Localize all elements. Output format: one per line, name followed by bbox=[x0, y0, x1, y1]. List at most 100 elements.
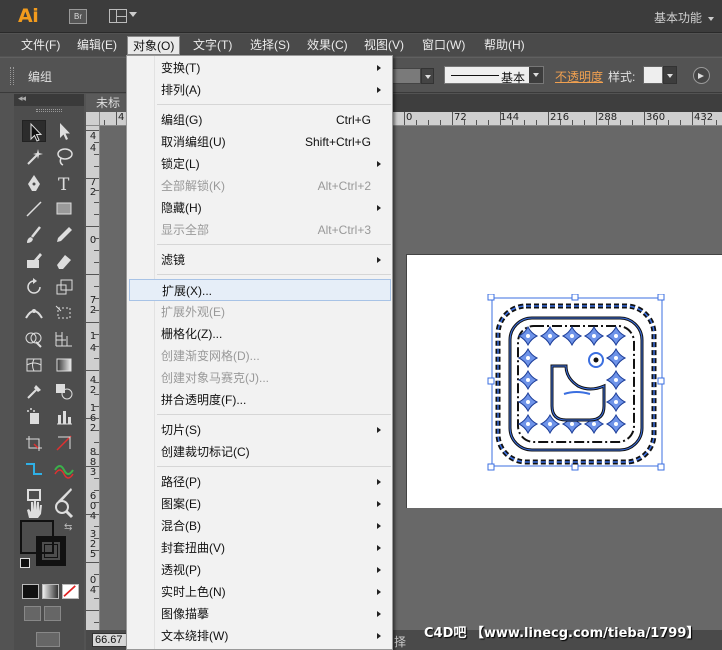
pencil-tool-icon[interactable] bbox=[52, 224, 76, 246]
hand-tool-icon[interactable] bbox=[22, 498, 46, 520]
selection-tool-icon[interactable] bbox=[22, 120, 46, 142]
arrange-documents-icon[interactable] bbox=[109, 9, 127, 23]
menu-item-20[interactable]: 混合(B) bbox=[129, 515, 391, 537]
scale-tool-icon[interactable] bbox=[52, 276, 76, 298]
ruler-tick bbox=[94, 598, 99, 599]
ruler-tick bbox=[488, 120, 489, 125]
menu-item-21[interactable]: 封套扭曲(V) bbox=[129, 537, 391, 559]
ruler-tick bbox=[94, 214, 99, 215]
artboard-tool-icon[interactable] bbox=[22, 432, 46, 454]
menu-item-12[interactable]: 栅格化(Z)... bbox=[129, 323, 391, 345]
bridge-button[interactable]: Br bbox=[69, 9, 87, 24]
perspective-grid-tool-icon[interactable] bbox=[52, 328, 76, 350]
blend-tool-icon[interactable] bbox=[52, 380, 76, 402]
paintbrush-tool-icon[interactable] bbox=[22, 224, 46, 246]
eyedropper-tool-icon[interactable] bbox=[22, 380, 46, 402]
gradient-tool-icon[interactable] bbox=[52, 354, 76, 376]
stroke-color-swatch[interactable] bbox=[391, 68, 421, 84]
gradient-mode-icon[interactable] bbox=[42, 584, 59, 599]
panel-grip[interactable] bbox=[10, 67, 14, 85]
menu-item-19[interactable]: 图案(E) bbox=[129, 493, 391, 515]
stroke-color-dropdown[interactable] bbox=[421, 68, 434, 84]
graphic-style-swatch[interactable] bbox=[643, 66, 663, 84]
menu-item-17[interactable]: 创建裁切标记(C) bbox=[129, 441, 391, 463]
free-transform-tool-icon[interactable] bbox=[52, 302, 76, 324]
zoom-tool-icon[interactable] bbox=[52, 498, 76, 520]
ruler-origin[interactable] bbox=[86, 112, 100, 126]
opacity-link[interactable]: 不透明度 bbox=[555, 68, 603, 85]
blue-path-tool-icon[interactable] bbox=[22, 458, 46, 480]
fill-stroke-control[interactable]: ⇆ bbox=[20, 520, 76, 572]
menu-item-10[interactable]: 扩展(X)... bbox=[129, 279, 391, 301]
direct-selection-tool-icon[interactable] bbox=[52, 120, 76, 142]
menu-view[interactable]: 视图(V) bbox=[359, 36, 409, 55]
pen-tool-icon[interactable] bbox=[22, 172, 46, 194]
menu-window[interactable]: 窗口(W) bbox=[417, 36, 470, 55]
stroke-swatch[interactable] bbox=[36, 536, 66, 566]
menu-item-16[interactable]: 切片(S) bbox=[129, 419, 391, 441]
menu-edit[interactable]: 编辑(E) bbox=[72, 36, 122, 55]
menu-item-3[interactable]: 编组(G) Ctrl+G bbox=[129, 109, 391, 131]
menu-item-25[interactable]: 文本绕排(W) bbox=[129, 625, 391, 647]
blob-brush-tool-icon[interactable] bbox=[22, 250, 46, 272]
stroke-profile-dropdown-button[interactable] bbox=[529, 67, 543, 83]
menu-item-label: 路径(P) bbox=[161, 475, 201, 489]
control-panel-menu-icon[interactable] bbox=[693, 67, 710, 84]
selected-artwork-group[interactable] bbox=[486, 294, 666, 474]
shape-builder-tool-icon[interactable] bbox=[22, 328, 46, 350]
menu-type[interactable]: 文字(T) bbox=[188, 36, 237, 55]
menu-help[interactable]: 帮助(H) bbox=[479, 36, 530, 55]
ruler-tick bbox=[584, 120, 585, 125]
lasso-tool-icon[interactable] bbox=[52, 146, 76, 168]
ruler-tick bbox=[94, 190, 99, 191]
ruler-label: 4 bbox=[118, 112, 125, 123]
menu-object[interactable]: 对象(O) bbox=[127, 36, 181, 55]
menu-item-15[interactable]: 拼合透明度(F)... bbox=[129, 389, 391, 411]
draw-normal-icon[interactable] bbox=[24, 606, 41, 621]
eraser-tool-icon[interactable] bbox=[52, 250, 76, 272]
symbol-sprayer-tool-icon[interactable] bbox=[22, 406, 46, 428]
mesh-tool-icon[interactable] bbox=[22, 354, 46, 376]
menu-item-5[interactable]: 锁定(L) bbox=[129, 153, 391, 175]
none-mode-icon[interactable] bbox=[62, 584, 79, 599]
zoom-level-field[interactable]: 66.67 bbox=[92, 633, 130, 647]
workspace-switcher[interactable]: 基本功能 bbox=[654, 9, 714, 26]
type-tool-icon[interactable]: T bbox=[52, 172, 76, 195]
rectangle-tool-icon[interactable] bbox=[52, 198, 76, 220]
ruler-tick bbox=[94, 298, 99, 299]
menu-item-23[interactable]: 实时上色(N) bbox=[129, 581, 391, 603]
tools-panel-grip[interactable] bbox=[36, 109, 62, 112]
chevron-down-icon[interactable] bbox=[129, 12, 137, 17]
menu-select[interactable]: 选择(S) bbox=[245, 36, 295, 55]
menu-effect[interactable]: 效果(C) bbox=[302, 36, 353, 55]
submenu-arrow-icon bbox=[377, 479, 381, 485]
column-graph-tool-icon[interactable] bbox=[52, 406, 76, 428]
menu-file[interactable]: 文件(F) bbox=[16, 36, 65, 55]
slice-tool-icon[interactable] bbox=[52, 432, 76, 454]
menu-item-9[interactable]: 滤镜 bbox=[129, 249, 391, 271]
menu-item-4[interactable]: 取消编组(U) Shift+Ctrl+G bbox=[129, 131, 391, 153]
draw-behind-icon[interactable] bbox=[44, 606, 61, 621]
line-segment-tool-icon[interactable] bbox=[22, 198, 46, 220]
menu-item-18[interactable]: 路径(P) bbox=[129, 471, 391, 493]
width-tool-icon[interactable] bbox=[22, 302, 46, 324]
style-label: 样式: bbox=[608, 70, 636, 84]
color-mode-icon[interactable] bbox=[22, 584, 39, 599]
menu-item-2[interactable]: 排列(A) bbox=[129, 79, 391, 101]
collapse-icon[interactable]: ◂◂ bbox=[18, 93, 26, 104]
vertical-ruler[interactable]: 4472072144216288360432504 bbox=[86, 126, 100, 630]
wave-tool-icon[interactable] bbox=[52, 458, 76, 480]
default-fill-stroke-icon[interactable] bbox=[20, 558, 30, 568]
tools-panel-header[interactable]: ◂◂ bbox=[14, 93, 84, 106]
swap-fill-stroke-icon[interactable]: ⇆ bbox=[64, 522, 72, 533]
screen-mode-icon[interactable] bbox=[36, 632, 60, 647]
menu-item-7[interactable]: 隐藏(H) bbox=[129, 197, 391, 219]
menu-item-24[interactable]: 图像描摹 bbox=[129, 603, 391, 625]
stroke-profile-dropdown[interactable]: 基本 bbox=[444, 66, 544, 85]
rotate-tool-icon[interactable] bbox=[22, 276, 46, 298]
menu-item-22[interactable]: 透视(P) bbox=[129, 559, 391, 581]
menu-item-1[interactable]: 变换(T) bbox=[129, 57, 391, 79]
graphic-style-dropdown[interactable] bbox=[663, 66, 677, 84]
ruler-tick bbox=[620, 120, 621, 125]
magic-wand-tool-icon[interactable] bbox=[22, 146, 46, 168]
